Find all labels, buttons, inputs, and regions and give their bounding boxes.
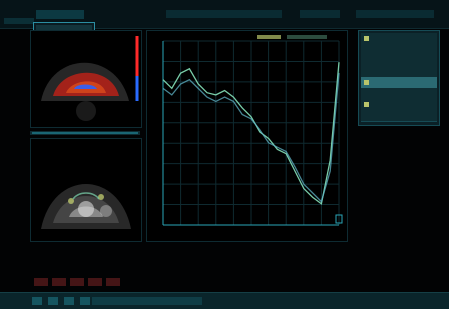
strain-chart[interactable]	[146, 30, 348, 242]
image-scrollbar[interactable]	[30, 131, 140, 135]
status-info	[356, 10, 434, 18]
status-icon-4	[80, 297, 90, 305]
legend-swatch	[257, 35, 281, 39]
scroll-thumb[interactable]	[32, 132, 138, 134]
app-logo	[36, 10, 84, 19]
sidebar-item[interactable]	[361, 110, 437, 122]
doppler-image-panel[interactable]	[30, 30, 142, 128]
patient-info	[166, 10, 282, 18]
exam-info	[300, 10, 340, 18]
status-icon-2	[48, 297, 58, 305]
bullet-icon	[364, 102, 369, 107]
bmode-image-panel[interactable]	[30, 138, 142, 242]
bullet-icon	[364, 36, 369, 41]
right-sidebar	[358, 30, 440, 126]
bmode-image	[31, 139, 141, 241]
window-title	[4, 18, 34, 24]
ultrasound-screen	[0, 0, 449, 309]
status-icon-1	[32, 297, 42, 305]
strain-chart-svg	[162, 35, 343, 226]
status-icon-3	[64, 297, 74, 305]
status-text	[92, 297, 202, 305]
bottom-markers	[34, 278, 154, 288]
bullet-icon	[364, 80, 369, 85]
bottom-status-bar	[0, 292, 449, 309]
doppler-image	[31, 31, 141, 127]
legend-swatch	[287, 35, 327, 39]
